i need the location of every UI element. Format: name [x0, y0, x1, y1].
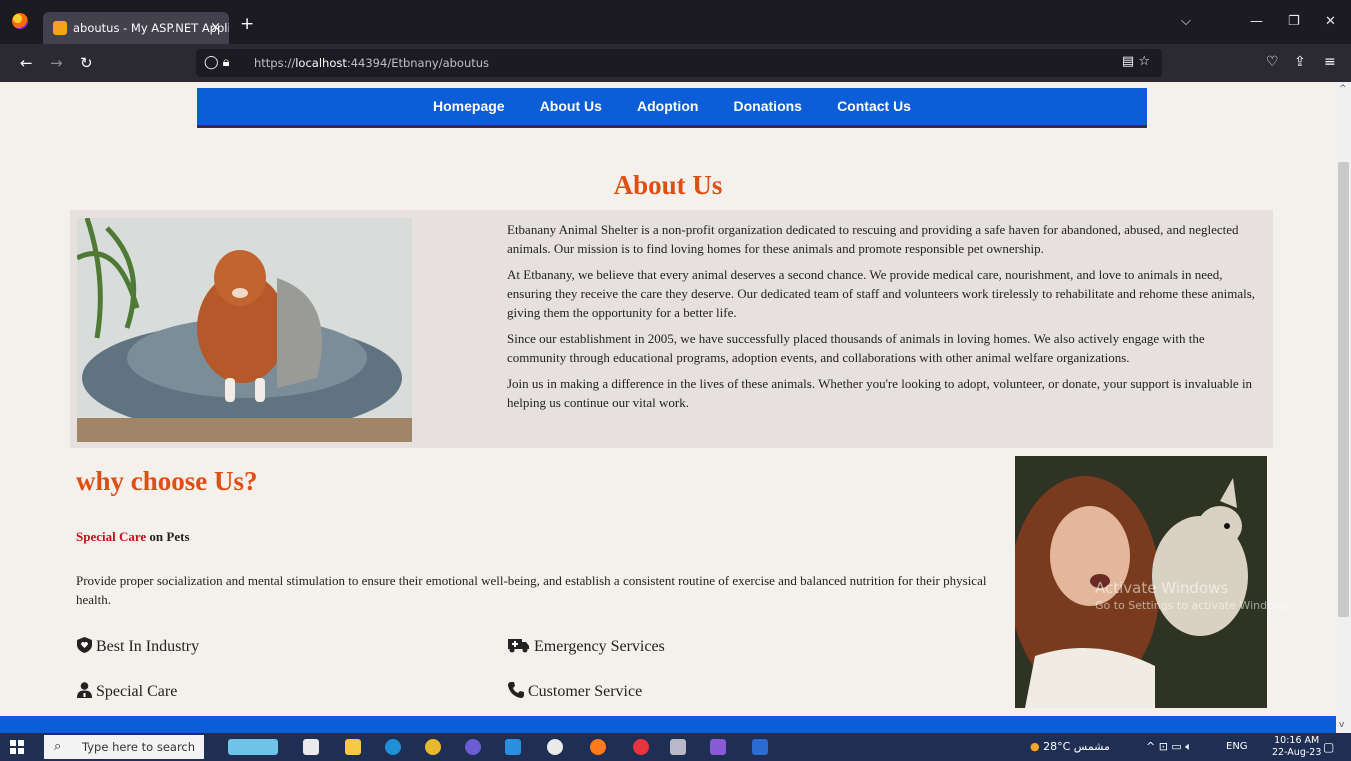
media-player-icon[interactable] — [633, 739, 649, 755]
language-indicator[interactable]: ENG — [1226, 741, 1248, 752]
feature-best-in-industry: Best In Industry — [77, 637, 199, 656]
activate-windows-watermark: Activate Windows Go to Settings to activ… — [1095, 579, 1293, 612]
about-title: About Us — [613, 170, 723, 200]
notifications-icon[interactable]: ▢ — [1323, 740, 1334, 754]
taskbar-clock[interactable]: 10:16 AM 22-Aug-23 — [1272, 735, 1321, 759]
restore-icon[interactable]: ❐ — [1288, 14, 1300, 29]
edge-icon[interactable] — [385, 739, 401, 755]
tray-icons[interactable]: ^ ⊡ ▭ 🔈︎ — [1146, 740, 1192, 754]
list-tabs-icon[interactable]: ⌵ — [1181, 14, 1191, 29]
why-choose-title: why choose Us? — [76, 466, 258, 496]
app-icon[interactable] — [670, 739, 686, 755]
back-icon[interactable]: ← — [20, 54, 33, 72]
special-care-highlight: Special Care — [76, 529, 147, 544]
windows-taskbar: ⌕ Type here to search ● 28°C مشمس ^ ⊡ ▭ … — [0, 733, 1351, 761]
firefox-icon[interactable] — [12, 13, 28, 29]
browser-tab[interactable]: aboutus - My ASP.NET Applica × — [43, 12, 229, 44]
site-navbar: Homepage About Us Adoption Donations Con… — [197, 88, 1147, 128]
menu-icon[interactable]: ≡ — [1324, 54, 1336, 70]
whatsapp-icon[interactable] — [547, 739, 563, 755]
url-bar[interactable]: ◯ 🔒︎ https://localhost:44394/Etbnany/abo… — [196, 49, 1162, 77]
why-description: Provide proper socialization and mental … — [76, 573, 987, 607]
taskbar-search-placeholder: Type here to search — [82, 740, 196, 754]
feature-emergency-services: Emergency Services — [508, 637, 665, 656]
search-icon: ⌕ — [54, 739, 62, 754]
phone-icon — [508, 682, 524, 698]
chrome-icon[interactable] — [425, 739, 441, 755]
close-window-icon[interactable]: ✕ — [1325, 14, 1336, 29]
taskbar-search[interactable]: ⌕ Type here to search — [44, 735, 204, 759]
visual-studio-icon[interactable] — [710, 739, 726, 755]
windows-start-icon[interactable] — [10, 740, 24, 754]
close-tab-icon[interactable]: × — [210, 12, 221, 44]
shield-lock-icon[interactable]: ◯ 🔒︎ — [204, 55, 230, 70]
page-scrollbar[interactable]: ^ v — [1336, 82, 1351, 733]
user-doctor-icon — [77, 682, 92, 698]
about-paragraph: Etbanany Animal Shelter is a non-profit … — [507, 222, 1239, 256]
site-favicon-icon — [53, 21, 67, 35]
scroll-up-icon[interactable]: ^ — [1339, 84, 1347, 94]
reader-bookmark-icons[interactable]: ▤ ☆ — [1122, 54, 1150, 69]
about-paragraph: At Etbanany, we believe that every anima… — [507, 267, 1256, 320]
feature-customer-service: Customer Service — [508, 682, 642, 701]
url-text[interactable]: https://localhost:44394/Etbnany/aboutus — [254, 56, 489, 70]
nav-contact-us[interactable]: Contact Us — [837, 88, 911, 125]
weather-widget[interactable]: ● 28°C مشمس — [1030, 740, 1110, 753]
new-tab-button[interactable]: + — [240, 14, 254, 34]
task-view-icon[interactable] — [303, 739, 319, 755]
dog-on-bed-image — [77, 218, 412, 442]
feature-special-care: Special Care — [77, 682, 177, 701]
nav-homepage[interactable]: Homepage — [433, 88, 505, 125]
file-explorer-icon[interactable] — [345, 739, 361, 755]
scroll-down-icon[interactable]: v — [1339, 720, 1344, 730]
about-section: Etbanany Animal Shelter is a non-profit … — [70, 210, 1273, 448]
shield-heart-icon — [77, 637, 92, 653]
about-paragraph: Join us in making a difference in the li… — [507, 376, 1253, 410]
nav-adoption[interactable]: Adoption — [637, 88, 698, 125]
share-icon[interactable]: ⇪ — [1294, 54, 1306, 70]
page-content: Homepage About Us Adoption Donations Con… — [0, 82, 1336, 716]
news-widget-icon[interactable] — [228, 739, 278, 755]
nav-about-us[interactable]: About Us — [540, 88, 602, 125]
scroll-thumb[interactable] — [1338, 162, 1349, 617]
vscode-icon[interactable] — [505, 739, 521, 755]
about-paragraph: Since our establishment in 2005, we have… — [507, 331, 1205, 365]
browser-toolbar: ← → ↻ ◯ 🔒︎ https://localhost:44394/Etbna… — [0, 44, 1351, 82]
forward-icon[interactable]: → — [50, 54, 63, 72]
word-icon[interactable] — [752, 739, 768, 755]
browser-tab-bar: aboutus - My ASP.NET Applica × + ⌵ — ❐ ✕ — [0, 0, 1351, 44]
minimize-icon[interactable]: — — [1250, 14, 1263, 29]
weather-icon: ● — [1030, 740, 1040, 753]
footer-strip — [0, 716, 1336, 733]
reload-icon[interactable]: ↻ — [80, 54, 93, 72]
ambulance-icon — [508, 639, 529, 653]
discord-icon[interactable] — [465, 739, 481, 755]
about-text: Etbanany Animal Shelter is a non-profit … — [507, 220, 1263, 419]
firefox-taskbar-icon[interactable] — [590, 739, 606, 755]
special-care-heading: Special Care on Pets — [76, 529, 190, 544]
pocket-icon[interactable]: ♡ — [1266, 54, 1279, 70]
tab-title: aboutus - My ASP.NET Applica — [73, 21, 229, 35]
nav-donations[interactable]: Donations — [734, 88, 802, 125]
